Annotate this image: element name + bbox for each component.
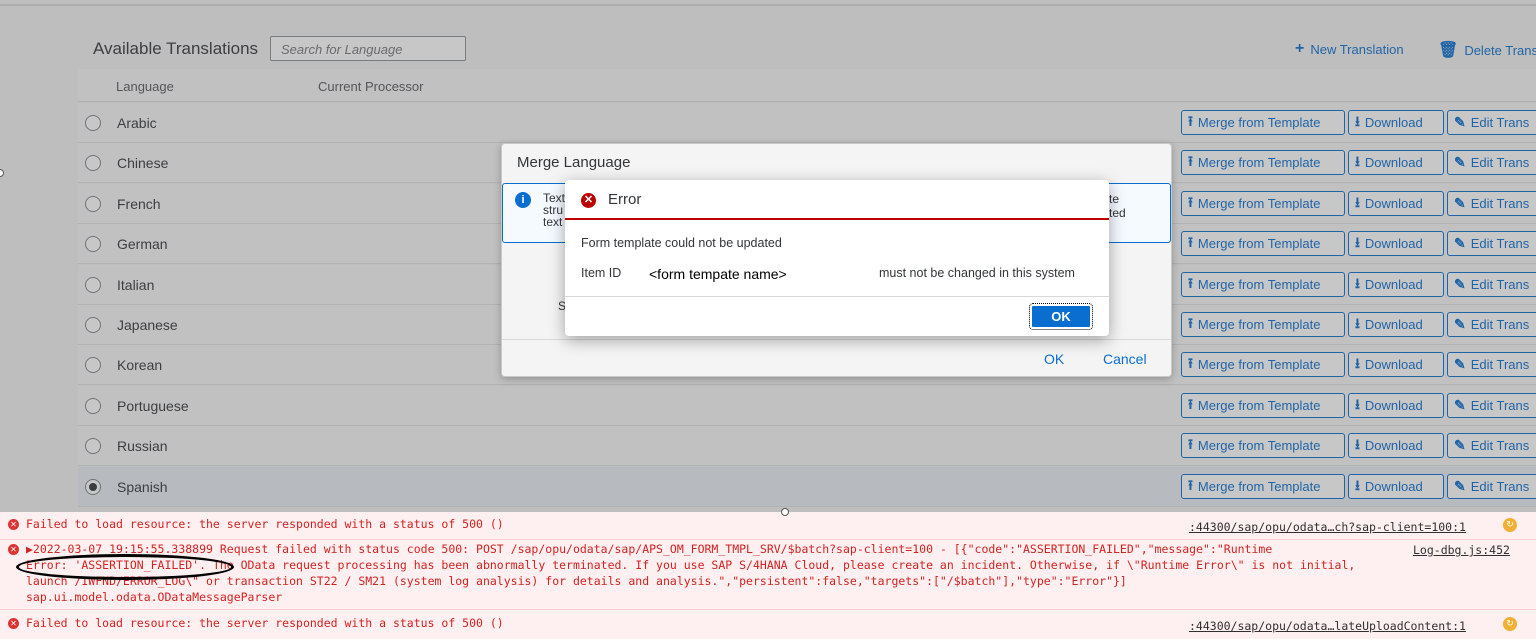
error-dialog: ✕ Error Form template could not be updat… [565,180,1109,336]
error-dialog-footer: OK [565,296,1109,336]
error-ok-button[interactable]: OK [1029,303,1093,330]
error-circle-icon: ✕ [8,618,19,629]
translations-app: Available Translations Search for Langua… [0,0,1536,512]
console-message-text: Failed to load resource: the server resp… [26,616,504,630]
console-source-link[interactable]: :44300/sap/opu/odata…ch?sap-client=100:1 [1189,520,1466,534]
console-source-link[interactable]: :44300/sap/opu/odata…lateUploadContent:1 [1189,619,1466,633]
resize-handle-bottom[interactable] [781,508,789,516]
error-dialog-title: Error [608,191,642,208]
merge-dialog-title: Merge Language [517,154,631,171]
info-icon: i [515,192,531,208]
merge-info-text-end: te ted [1109,192,1126,220]
annotation-ellipse [16,554,234,580]
item-id-label: Item ID [581,266,622,280]
console-message-text: Failed to load resource: the server resp… [26,517,504,531]
error-message: Form template could not be updated [581,236,782,250]
issue-badge-icon[interactable]: ↻ [1503,518,1517,532]
console-message-text: sap.ui.model.odata.ODataMessageParser [26,590,283,604]
devtools-console: ✕ Failed to load resource: the server re… [0,512,1536,639]
console-message: ✕ Failed to load resource: the server re… [0,512,1536,540]
merge-info-text: Text stru text [543,191,566,229]
merge-cancel-button[interactable]: Cancel [1103,351,1147,367]
console-message: ✕ ▶2022-03-07 19:15:55.338899 Request fa… [0,540,1536,610]
item-id-value: <form tempate name> [649,266,787,282]
merge-ok-button[interactable]: OK [1044,351,1064,367]
console-message-text: ▶2022-03-07 19:15:55.338899 Request fail… [26,542,1273,556]
console-message: ✕ Failed to load resource: the server re… [0,610,1536,639]
error-circle-icon: ✕ [8,544,19,555]
error-detail-text: must not be changed in this system [879,266,1075,280]
issue-badge-icon[interactable]: ↻ [1503,617,1517,631]
merge-dialog-footer: OK Cancel [502,339,1171,376]
console-source-link[interactable]: Log-dbg.js:452 [1413,543,1510,557]
error-circle-icon: ✕ [8,519,19,530]
error-dialog-header: ✕ Error [565,180,1109,220]
error-icon: ✕ [581,193,596,208]
